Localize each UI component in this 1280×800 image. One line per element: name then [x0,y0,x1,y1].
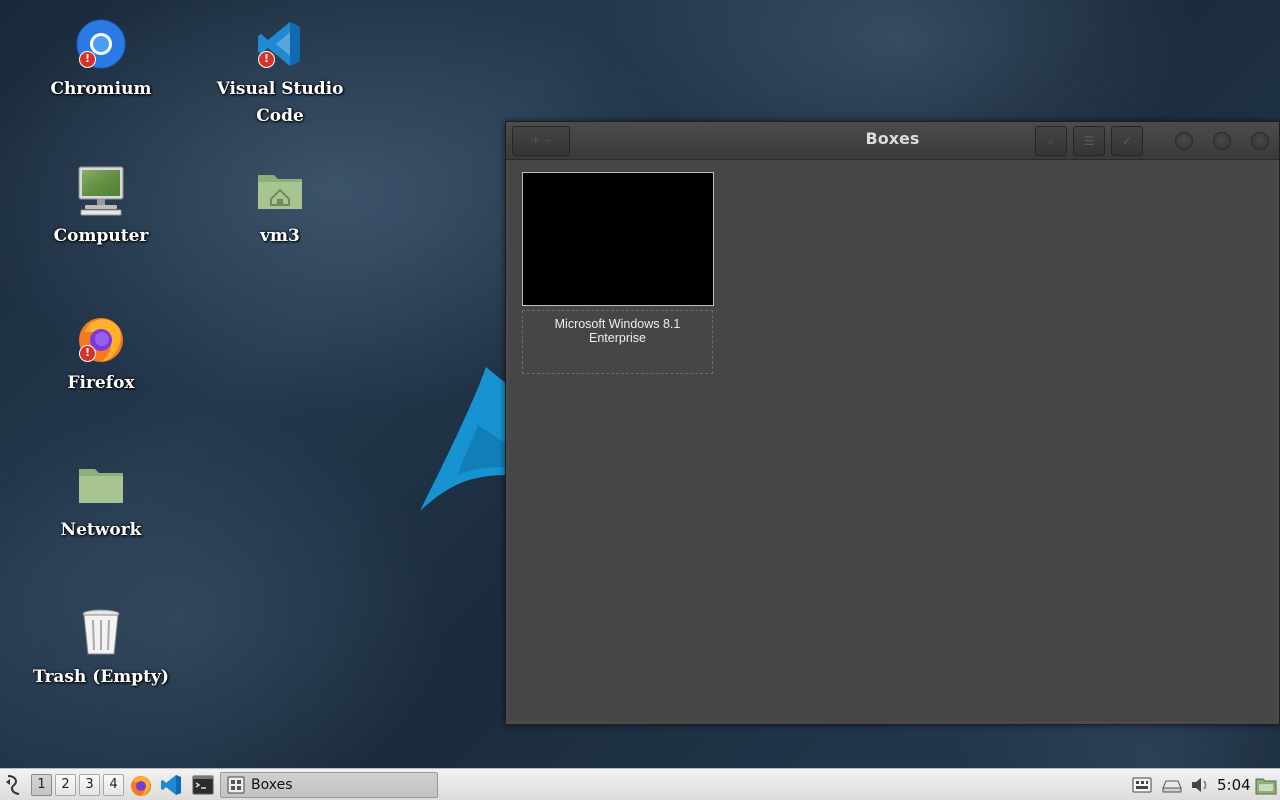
show-desktop-button[interactable] [1254,773,1278,797]
boxes-window: + – Boxes ⌕ ☰ ✓ Microsoft Windows 8.1 En… [505,121,1280,725]
workspace-1-button[interactable]: 1 [31,774,52,796]
keyboard-layout-tray[interactable] [1131,773,1153,797]
desktop-icon-label: Trash (Empty) [33,667,169,687]
keyboard-icon [1132,777,1152,793]
window-titlebar[interactable]: + – Boxes ⌕ ☰ ✓ [506,122,1279,160]
task-label: Boxes [251,777,293,793]
taskbar: 1 2 3 4 Boxes 5:04 [0,768,1280,800]
vm-name: Microsoft Windows 8.1 Enterprise [554,317,681,345]
new-vm-button[interactable]: + – [512,126,570,156]
desktop-icon-trash[interactable]: Trash (Empty) [16,606,186,691]
desktop-icon-label: vm3 [260,226,300,246]
warning-badge-icon: ! [258,51,275,68]
desktop-icon-network[interactable]: Network [16,459,186,544]
selection-mode-button[interactable]: ✓ [1111,126,1143,156]
window-title: Boxes [865,129,920,148]
vscode-icon [161,775,181,795]
workspace-3-button[interactable]: 3 [79,774,100,796]
desktop-icon-label: Visual Studio Code [216,79,344,126]
vm-item[interactable]: Microsoft Windows 8.1 Enterprise [522,310,713,374]
drive-icon [1162,780,1182,793]
firefox-launcher[interactable] [129,773,153,797]
arch-logo-icon [420,367,508,511]
chromium-icon: ! [75,18,127,70]
search-icon: ⌕ [1047,134,1055,148]
close-button[interactable] [1251,132,1269,150]
minimize-button[interactable] [1175,132,1193,150]
boxes-icon [227,776,245,794]
desktop-icon-vscode[interactable]: ! Visual Studio Code [195,18,365,130]
desktop-icon-label: Chromium [50,79,152,99]
search-button[interactable]: ⌕ [1035,126,1067,156]
desktop-icon-label: Computer [53,226,149,246]
terminal-icon [192,775,214,795]
vm-collection-view: Microsoft Windows 8.1 Enterprise [509,161,1276,721]
list-view-icon: ☰ [1083,134,1095,148]
desktop-icon-chromium[interactable]: ! Chromium [16,18,186,103]
folder-icon [1255,778,1277,795]
network-folder-icon [75,459,127,511]
maximize-button[interactable] [1213,132,1231,150]
app-menu-button[interactable] [2,773,26,797]
task-boxes[interactable]: Boxes [220,772,438,798]
desktop-icon-label: Firefox [67,373,135,393]
view-toggle-button[interactable]: ☰ [1073,126,1105,156]
desktop-icon-home[interactable]: vm3 [195,165,365,250]
select-icon: ✓ [1121,134,1133,148]
clock[interactable]: 5:04 [1217,769,1251,800]
firefox-icon: ! [75,312,127,364]
firefox-icon [131,776,151,796]
volume-tray[interactable] [1189,773,1211,797]
workspace-4-button[interactable]: 4 [103,774,124,796]
vscode-launcher[interactable] [160,773,184,797]
desktop-icon-label: Network [60,520,142,540]
terminal-launcher[interactable] [191,773,215,797]
trash-icon [75,606,127,658]
vm-thumbnail[interactable] [522,172,714,306]
arch-menu-icon [6,775,20,795]
workspace-2-button[interactable]: 2 [55,774,76,796]
volume-icon [1192,778,1207,792]
desktop-icon-firefox[interactable]: ! Firefox [16,312,186,397]
vscode-icon: ! [254,18,306,70]
warning-badge-icon: ! [79,345,96,362]
drive-tray[interactable] [1160,773,1184,797]
warning-badge-icon: ! [79,51,96,68]
computer-icon [75,165,127,217]
desktop-icon-computer[interactable]: Computer [16,165,186,250]
home-folder-icon [254,165,306,217]
